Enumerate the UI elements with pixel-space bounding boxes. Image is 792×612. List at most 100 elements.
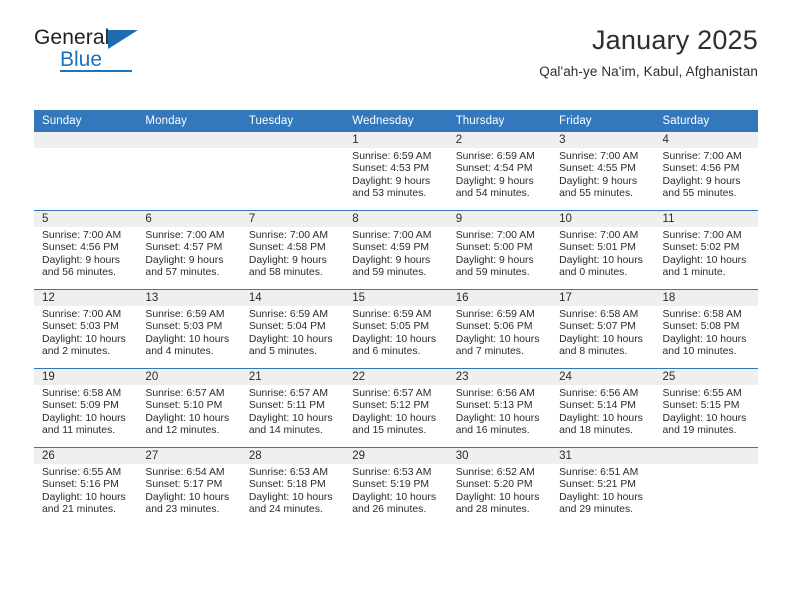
day-cell-content: 12 Sunrise: 7:00 AM Sunset: 5:03 PM Dayligh… bbox=[34, 290, 138, 368]
day-number: 29 bbox=[344, 448, 448, 464]
day-cell-content: 25 Sunrise: 6:55 AM Sunset: 5:15 PM Dayligh… bbox=[654, 369, 758, 447]
sunrise-text: Sunrise: 6:59 AM bbox=[248, 309, 328, 320]
day-number: 31 bbox=[551, 448, 655, 464]
calendar-day-cell[interactable]: 31 Sunrise: 6:51 AM Sunset: 5:21 PM Dayligh… bbox=[551, 447, 655, 526]
sunrise-text: Sunrise: 7:00 AM bbox=[559, 151, 639, 162]
sunrise-text: Sunrise: 7:00 AM bbox=[145, 230, 225, 241]
calendar-day-cell[interactable]: 2 Sunrise: 6:59 AM Sunset: 4:54 PM Daylight… bbox=[447, 132, 552, 211]
day-cell-content: 16 Sunrise: 6:59 AM Sunset: 5:06 PM Dayligh… bbox=[447, 290, 552, 368]
sunrise-text: Sunrise: 6:53 AM bbox=[248, 467, 328, 478]
day-number: 15 bbox=[344, 290, 448, 306]
calendar-day-cell[interactable]: 19 Sunrise: 6:58 AM Sunset: 5:09 PM Dayligh… bbox=[34, 368, 138, 448]
day-sun-info: Sunrise: 6:54 AM Sunset: 5:17 PM Daylight:… bbox=[137, 464, 240, 517]
day-number: 23 bbox=[447, 369, 552, 385]
day-sun-info: Sunrise: 7:00 AM Sunset: 5:02 PM Daylight:… bbox=[655, 227, 758, 280]
calendar-day-cell[interactable]: 15 Sunrise: 6:59 AM Sunset: 5:05 PM Dayligh… bbox=[344, 289, 448, 369]
calendar-day-cell[interactable] bbox=[137, 132, 241, 211]
day-number: 10 bbox=[551, 211, 655, 227]
day-sun-info: Sunrise: 6:56 AM Sunset: 5:13 PM Daylight:… bbox=[448, 385, 551, 438]
daylight-text: Daylight: 10 hours and 28 minutes. bbox=[455, 491, 540, 516]
sunrise-text: Sunrise: 6:54 AM bbox=[145, 467, 225, 478]
calendar-day-cell[interactable]: 3 Sunrise: 7:00 AM Sunset: 4:55 PM Daylight… bbox=[551, 132, 655, 211]
sunrise-text: Sunrise: 7:00 AM bbox=[455, 230, 535, 241]
weekday-header-thursday: Thursday bbox=[447, 110, 552, 132]
daylight-text: Daylight: 9 hours and 59 minutes. bbox=[455, 254, 534, 279]
day-cell-content: 21 Sunrise: 6:57 AM Sunset: 5:11 PM Dayligh… bbox=[240, 369, 345, 447]
page-title: January 2025 bbox=[591, 25, 758, 55]
sunset-text: Sunset: 4:58 PM bbox=[248, 242, 326, 254]
calendar-day-cell[interactable]: 10 Sunrise: 7:00 AM Sunset: 5:01 PM Dayligh… bbox=[551, 210, 655, 290]
sunset-text: Sunset: 5:04 PM bbox=[248, 321, 326, 333]
daylight-text: Daylight: 10 hours and 4 minutes. bbox=[145, 333, 230, 358]
day-number: 28 bbox=[240, 448, 345, 464]
calendar-day-cell[interactable]: 24 Sunrise: 6:56 AM Sunset: 5:14 PM Dayligh… bbox=[551, 368, 655, 448]
calendar-day-cell[interactable]: 12 Sunrise: 7:00 AM Sunset: 5:03 PM Dayligh… bbox=[34, 289, 138, 369]
day-sun-info: Sunrise: 7:00 AM Sunset: 4:56 PM Daylight:… bbox=[655, 148, 758, 201]
day-sun-info: Sunrise: 7:00 AM Sunset: 4:56 PM Daylight:… bbox=[34, 227, 137, 280]
calendar-day-cell[interactable]: 28 Sunrise: 6:53 AM Sunset: 5:18 PM Dayligh… bbox=[240, 447, 345, 526]
calendar-day-cell[interactable]: 8 Sunrise: 7:00 AM Sunset: 4:59 PM Daylight… bbox=[344, 210, 448, 290]
calendar-day-cell[interactable]: 26 Sunrise: 6:55 AM Sunset: 5:16 PM Dayligh… bbox=[34, 447, 138, 526]
daylight-text: Daylight: 10 hours and 14 minutes. bbox=[248, 412, 333, 437]
sunrise-text: Sunrise: 7:00 AM bbox=[42, 230, 122, 241]
calendar-day-cell[interactable]: 18 Sunrise: 6:58 AM Sunset: 5:08 PM Dayligh… bbox=[654, 289, 758, 369]
weekday-header-tuesday: Tuesday bbox=[240, 110, 345, 132]
calendar-week-row: 5 Sunrise: 7:00 AM Sunset: 4:56 PM Daylight… bbox=[34, 210, 758, 290]
day-cell-content: 10 Sunrise: 7:00 AM Sunset: 5:01 PM Dayligh… bbox=[551, 211, 655, 289]
day-cell-content: 6 Sunrise: 7:00 AM Sunset: 4:57 PM Daylight… bbox=[137, 211, 241, 289]
calendar-day-cell[interactable]: 17 Sunrise: 6:58 AM Sunset: 5:07 PM Dayligh… bbox=[551, 289, 655, 369]
calendar-day-cell[interactable]: 7 Sunrise: 7:00 AM Sunset: 4:58 PM Daylight… bbox=[240, 210, 345, 290]
sunset-text: Sunset: 5:19 PM bbox=[352, 479, 430, 491]
day-number: 27 bbox=[137, 448, 241, 464]
day-cell-content: 24 Sunrise: 6:56 AM Sunset: 5:14 PM Dayligh… bbox=[551, 369, 655, 447]
daylight-text: Daylight: 9 hours and 56 minutes. bbox=[42, 254, 120, 279]
calendar-day-cell[interactable] bbox=[240, 132, 345, 211]
day-number: 12 bbox=[34, 290, 138, 306]
calendar-day-cell[interactable]: 16 Sunrise: 6:59 AM Sunset: 5:06 PM Dayligh… bbox=[447, 289, 552, 369]
sunset-text: Sunset: 4:57 PM bbox=[145, 242, 223, 254]
day-number: 30 bbox=[447, 448, 552, 464]
title-block: January 2025 Qal'ah-ye Na'im, Kabul, Afg… bbox=[146, 25, 758, 80]
calendar-day-cell[interactable]: 21 Sunrise: 6:57 AM Sunset: 5:11 PM Dayligh… bbox=[240, 368, 345, 448]
calendar-day-cell[interactable]: 13 Sunrise: 6:59 AM Sunset: 5:03 PM Dayligh… bbox=[137, 289, 241, 369]
sunrise-text: Sunrise: 6:52 AM bbox=[455, 467, 535, 478]
calendar-day-cell[interactable]: 6 Sunrise: 7:00 AM Sunset: 4:57 PM Daylight… bbox=[137, 210, 241, 290]
sunrise-text: Sunrise: 6:59 AM bbox=[352, 151, 432, 162]
calendar-day-cell[interactable]: 11 Sunrise: 7:00 AM Sunset: 5:02 PM Dayligh… bbox=[654, 210, 758, 290]
day-cell-content: 3 Sunrise: 7:00 AM Sunset: 4:55 PM Daylight… bbox=[551, 132, 655, 210]
calendar-day-cell[interactable] bbox=[654, 447, 758, 526]
sunset-text: Sunset: 5:21 PM bbox=[559, 479, 636, 491]
day-sun-info: Sunrise: 6:56 AM Sunset: 5:14 PM Daylight:… bbox=[551, 385, 654, 438]
sunrise-text: Sunrise: 6:56 AM bbox=[455, 388, 535, 399]
day-sun-info: Sunrise: 7:00 AM Sunset: 4:55 PM Daylight:… bbox=[551, 148, 654, 201]
calendar-day-cell[interactable]: 23 Sunrise: 6:56 AM Sunset: 5:13 PM Dayligh… bbox=[447, 368, 552, 448]
day-cell-content: 8 Sunrise: 7:00 AM Sunset: 4:59 PM Daylight… bbox=[344, 211, 448, 289]
sunrise-text: Sunrise: 6:57 AM bbox=[145, 388, 225, 399]
weekday-header-monday: Monday bbox=[137, 110, 241, 132]
calendar-day-cell[interactable]: 27 Sunrise: 6:54 AM Sunset: 5:17 PM Dayligh… bbox=[137, 447, 241, 526]
day-cell-content bbox=[34, 132, 138, 210]
calendar-day-cell[interactable]: 22 Sunrise: 6:57 AM Sunset: 5:12 PM Dayligh… bbox=[344, 368, 448, 448]
calendar-day-cell[interactable]: 14 Sunrise: 6:59 AM Sunset: 5:04 PM Dayligh… bbox=[240, 289, 345, 369]
calendar-day-cell[interactable]: 4 Sunrise: 7:00 AM Sunset: 4:56 PM Daylight… bbox=[654, 132, 758, 211]
day-sun-info: Sunrise: 7:00 AM Sunset: 5:03 PM Daylight:… bbox=[34, 306, 137, 359]
calendar-day-cell[interactable]: 1 Sunrise: 6:59 AM Sunset: 4:53 PM Daylight… bbox=[344, 132, 448, 211]
sunset-text: Sunset: 4:59 PM bbox=[352, 242, 430, 254]
page-header: General Blue January 2025 Qal'ah-ye Na'i… bbox=[34, 0, 758, 98]
sunrise-text: Sunrise: 7:00 AM bbox=[42, 309, 122, 320]
calendar-day-cell[interactable]: 5 Sunrise: 7:00 AM Sunset: 4:56 PM Daylight… bbox=[34, 210, 138, 290]
sunset-text: Sunset: 5:06 PM bbox=[455, 321, 533, 333]
sunset-text: Sunset: 4:56 PM bbox=[662, 163, 740, 175]
day-number: 8 bbox=[344, 211, 448, 227]
sunrise-text: Sunrise: 6:57 AM bbox=[248, 388, 328, 399]
calendar-day-cell[interactable]: 29 Sunrise: 6:53 AM Sunset: 5:19 PM Dayligh… bbox=[344, 447, 448, 526]
calendar-day-cell[interactable]: 9 Sunrise: 7:00 AM Sunset: 5:00 PM Daylight… bbox=[447, 210, 552, 290]
sunset-text: Sunset: 4:54 PM bbox=[455, 163, 533, 175]
day-sun-info: Sunrise: 6:59 AM Sunset: 5:05 PM Daylight:… bbox=[344, 306, 447, 359]
calendar-day-cell[interactable]: 20 Sunrise: 6:57 AM Sunset: 5:10 PM Dayligh… bbox=[137, 368, 241, 448]
calendar-day-cell[interactable] bbox=[34, 132, 138, 211]
calendar-day-cell[interactable]: 30 Sunrise: 6:52 AM Sunset: 5:20 PM Dayligh… bbox=[447, 447, 552, 526]
daylight-text: Daylight: 10 hours and 5 minutes. bbox=[248, 333, 333, 358]
day-cell-content: 5 Sunrise: 7:00 AM Sunset: 4:56 PM Daylight… bbox=[34, 211, 138, 289]
calendar-day-cell[interactable]: 25 Sunrise: 6:55 AM Sunset: 5:15 PM Dayligh… bbox=[654, 368, 758, 448]
